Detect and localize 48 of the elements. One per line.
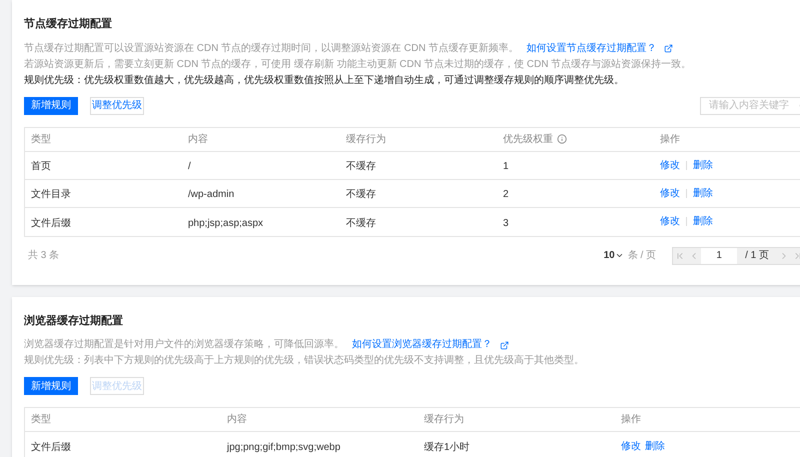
table-cell: 2 [503,189,509,200]
edit-link[interactable]: 修改 [660,214,680,229]
description-text: 浏览器缓存过期配置是针对用户文件的浏览器缓存策略，可降低回源率。 [24,338,344,352]
table-cell: php;jsp;asp;aspx [188,218,264,228]
column-header: 优先级权重 [503,132,553,146]
section-title: 节点缓存过期配置 [24,16,113,32]
add-rule-button[interactable]: 新增规则 [24,96,78,114]
help-link[interactable]: 如何设置节点缓存过期配置？ [526,40,656,56]
column-header: 操作 [621,413,641,427]
delete-link[interactable]: 删除 [693,186,713,200]
delete-link[interactable]: 删除 [693,214,713,229]
priority-note: 规则优先级：优先级权重数值越大，优先级越高，优先级权重数值按照从上至下递增自动生成，可通过调整缓存规则的顺序调整优先级。 [24,74,624,88]
total-count: 共 3 条 [27,248,60,263]
table-cell: 不缓存 [346,161,376,172]
search-field[interactable]: 请输入内容关键字 [700,96,800,114]
table-cell: 不缓存 [346,218,376,228]
column-header: 内容 [227,412,247,427]
edit-link[interactable]: 修改 [621,438,641,454]
description-text: 节点缓存过期配置可以设置源站资源在 CDN 节点的缓存过期时间，以调整源站资源在 CDN 节点缓存更新频率。 [24,42,518,56]
table-cell: 不缓存 [346,189,376,200]
delete-link[interactable]: 删除 [693,158,713,172]
table-cell: 首页 [31,161,51,172]
description-text: 规则优先级：列表中下方规则的优先级高于上方规则的优先级，错误状态码类型的优先级不支持调整，且优先级高于其他类型。 [24,354,584,368]
column-header: 类型 [31,132,51,146]
help-link[interactable]: 如何设置浏览器缓存过期配置？ [352,337,492,353]
adjust-priority-button[interactable]: 调整优先级 [90,96,144,114]
table-cell: 3 [503,218,509,228]
column-header: 内容 [188,132,208,146]
description-text: 若源站资源更新后，需要立刻更新 CDN 节点的缓存，可使用 缓存刷新 功能主动更新 CDN 节点未过期的缓存，使 CDN 节点缓存与源站资源保持一致。 [24,58,692,72]
delete-link[interactable]: 删除 [645,438,665,454]
column-header: 缓存行为 [346,132,386,146]
add-rule-button[interactable]: 新增规则 [24,377,78,395]
per-page-label: 条 / 页 [628,249,656,263]
edit-link[interactable]: 修改 [660,158,680,172]
table-cell: jpg;png;gif;bmp;svg;webp [227,442,340,453]
edit-link[interactable]: 修改 [660,186,680,200]
column-header: 缓存行为 [424,412,464,427]
table-cell: 1 [503,161,509,172]
table-cell: / [188,161,191,172]
column-header: 类型 [31,412,51,427]
table-cell: 缓存1小时 [424,442,470,453]
table-cell: /wp-admin [188,189,234,200]
table-cell: 文件后缀 [31,218,71,228]
table-cell: 文件后缀 [31,442,71,453]
table-cell: 文件目录 [31,189,71,200]
column-header: 操作 [660,132,680,146]
page-size-select[interactable]: 10 [604,248,624,263]
section-title: 浏览器缓存过期配置 [24,314,124,328]
